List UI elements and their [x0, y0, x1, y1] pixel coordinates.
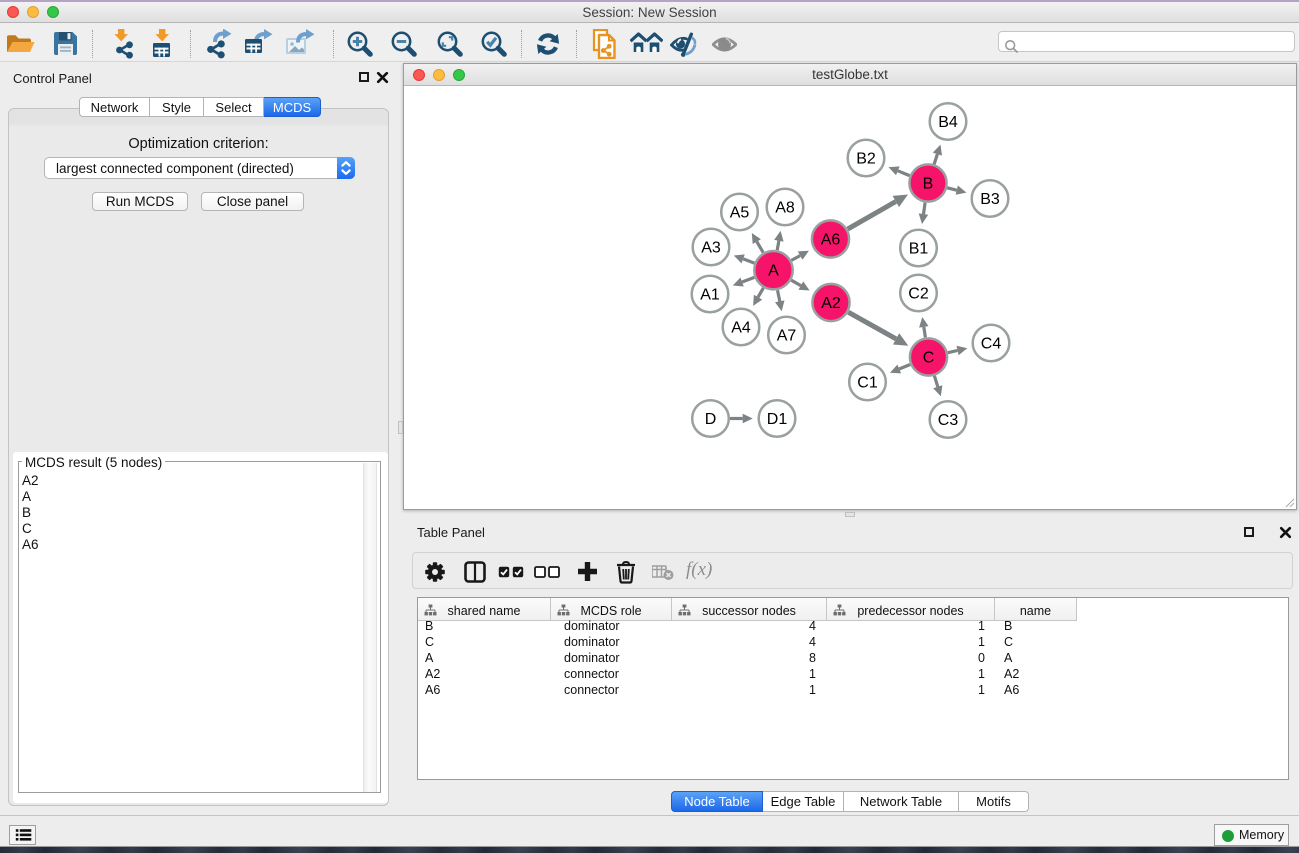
svg-text:A7: A7	[777, 328, 797, 345]
svg-text:A: A	[768, 263, 779, 280]
svg-text:D: D	[705, 411, 717, 428]
svg-text:A1: A1	[700, 287, 720, 304]
svg-text:C3: C3	[938, 412, 959, 429]
svg-text:B4: B4	[938, 114, 958, 131]
svg-text:B3: B3	[980, 191, 1000, 208]
svg-text:C1: C1	[857, 375, 878, 392]
svg-text:C4: C4	[981, 336, 1002, 353]
svg-text:C2: C2	[908, 286, 929, 303]
svg-text:B1: B1	[909, 241, 929, 258]
svg-text:B2: B2	[856, 151, 876, 168]
svg-text:A3: A3	[701, 240, 721, 257]
svg-text:A2: A2	[821, 295, 841, 312]
svg-text:A5: A5	[730, 205, 750, 222]
svg-text:D1: D1	[767, 411, 788, 428]
svg-text:A4: A4	[731, 320, 751, 337]
svg-text:A6: A6	[821, 232, 841, 249]
svg-text:C: C	[923, 350, 935, 367]
svg-text:A8: A8	[775, 200, 795, 217]
svg-text:B: B	[923, 176, 934, 193]
